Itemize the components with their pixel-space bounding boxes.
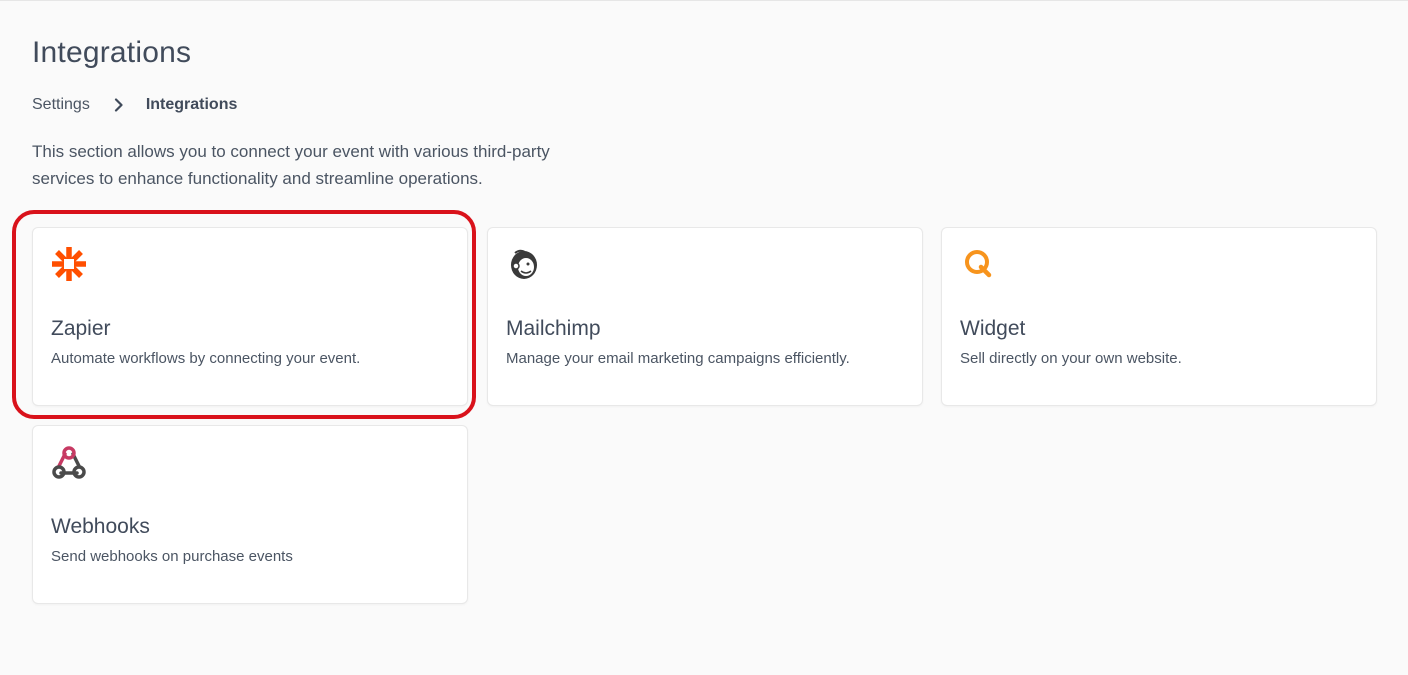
- chevron-right-icon: [114, 98, 124, 112]
- integration-card-zapier[interactable]: Zapier Automate workflows by connecting …: [32, 227, 468, 406]
- page-title: Integrations: [32, 36, 192, 69]
- page-description: This section allows you to connect your …: [32, 142, 550, 188]
- widget-icon: [960, 246, 996, 282]
- integration-name: Zapier: [51, 317, 111, 340]
- integration-description: Manage your email marketing campaigns ef…: [506, 350, 850, 367]
- integration-description: Sell directly on your own website.: [960, 350, 1182, 367]
- integration-card-mailchimp[interactable]: Mailchimp Manage your email marketing ca…: [487, 227, 923, 406]
- integration-description: Send webhooks on purchase events: [51, 548, 293, 565]
- mailchimp-icon: [506, 246, 542, 282]
- breadcrumb: Settings Integrations: [32, 94, 237, 116]
- integration-card-webhooks[interactable]: Webhooks Send webhooks on purchase event…: [32, 425, 468, 604]
- integration-card-widget[interactable]: Widget Sell directly on your own website…: [941, 227, 1377, 406]
- integration-description: Automate workflows by connecting your ev…: [51, 350, 361, 367]
- breadcrumb-settings-link[interactable]: Settings: [32, 96, 90, 114]
- zapier-icon: [51, 246, 87, 282]
- integration-name: Widget: [960, 317, 1026, 340]
- webhooks-icon: [51, 444, 87, 480]
- breadcrumb-current: Integrations: [145, 96, 238, 113]
- integration-name: Mailchimp: [506, 317, 601, 340]
- top-divider: [0, 0, 1408, 1]
- integration-name: Webhooks: [51, 515, 150, 538]
